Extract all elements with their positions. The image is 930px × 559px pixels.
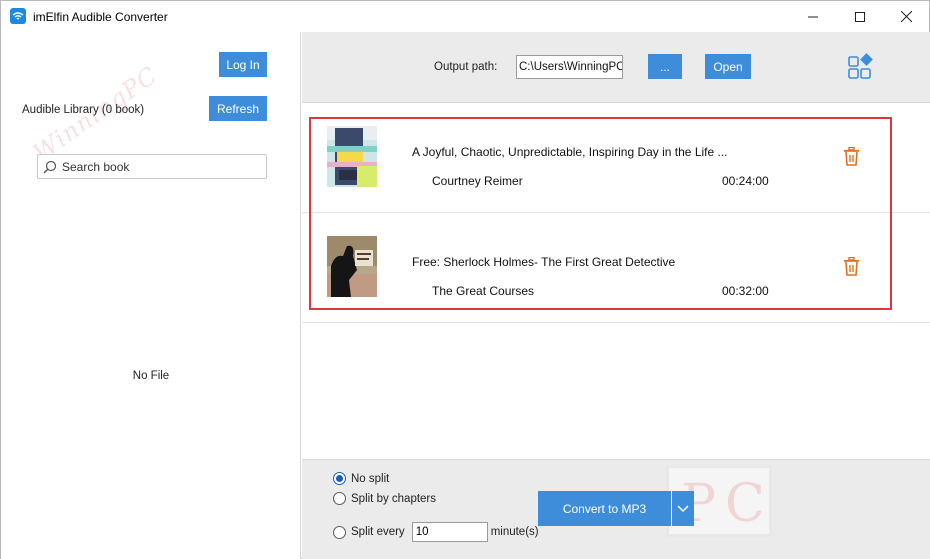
format-dropdown-button[interactable]	[672, 491, 694, 526]
search-box[interactable]	[37, 154, 267, 179]
trash-icon[interactable]	[843, 257, 860, 276]
book-author: The Great Courses	[432, 284, 535, 298]
output-path-label: Output path:	[434, 61, 498, 73]
open-folder-button[interactable]: Open	[705, 54, 751, 79]
list-item[interactable]: A Joyful, Chaotic, Unpredictable, Inspir…	[302, 103, 930, 213]
split-chapters-label: Split by chapters	[351, 492, 437, 505]
radio-button[interactable]	[333, 525, 346, 539]
apps-grid-icon[interactable]	[848, 53, 876, 79]
no-split-label: No split	[351, 472, 390, 485]
split-every-label: Split every	[351, 526, 405, 538]
output-toolbar: Output path: C:\Users\WinningPC\j ... Op…	[302, 32, 930, 103]
browse-button[interactable]: ...	[648, 54, 682, 79]
app-window: imElfin Audible Converter WinningPC Log …	[0, 0, 930, 559]
book-duration: 00:32:00	[722, 284, 769, 298]
book-cover-image	[327, 236, 377, 297]
app-logo-icon	[10, 8, 26, 24]
library-count-label: Audible Library (0 book)	[22, 104, 145, 116]
book-duration: 00:24:00	[722, 174, 769, 188]
split-every-option[interactable]: Split every minute(s)	[333, 522, 539, 542]
title-bar[interactable]: imElfin Audible Converter	[1, 1, 929, 32]
radio-button[interactable]	[333, 492, 346, 505]
minutes-label: minute(s)	[490, 526, 539, 538]
minimize-button[interactable]	[790, 1, 836, 32]
convert-button[interactable]: Convert to MP3	[538, 491, 671, 526]
book-author: Courtney Reimer	[432, 174, 523, 188]
minimize-icon	[808, 16, 818, 17]
trash-icon[interactable]	[843, 147, 860, 166]
no-split-option[interactable]: No split	[333, 472, 389, 485]
conversion-options: P C No split Split by chapters Split eve…	[302, 459, 930, 559]
chevron-down-icon	[677, 504, 689, 512]
empty-library-label: No File	[132, 370, 170, 382]
split-minutes-input[interactable]	[411, 522, 488, 542]
refresh-button[interactable]: Refresh	[209, 96, 267, 121]
search-icon	[43, 160, 57, 174]
window-title: imElfin Audible Converter	[33, 10, 168, 24]
login-button[interactable]: Log In	[219, 52, 267, 77]
book-title: Free: Sherlock Holmes- The First Great D…	[412, 255, 676, 269]
list-item[interactable]: Free: Sherlock Holmes- The First Great D…	[302, 213, 930, 323]
output-path-field[interactable]: C:\Users\WinningPC\j	[516, 55, 623, 79]
library-sidebar: WinningPC Log In Audible Library (0 book…	[1, 32, 301, 559]
search-input[interactable]	[62, 158, 262, 176]
watermark-letter: C	[725, 474, 765, 534]
split-chapters-option[interactable]: Split by chapters	[333, 492, 436, 505]
maximize-button[interactable]	[837, 1, 883, 32]
book-cover-image	[327, 126, 377, 187]
book-title: A Joyful, Chaotic, Unpredictable, Inspir…	[412, 145, 728, 159]
radio-button[interactable]	[333, 472, 346, 485]
maximize-icon	[855, 11, 865, 22]
close-button[interactable]	[883, 1, 929, 32]
book-list: A Joyful, Chaotic, Unpredictable, Inspir…	[302, 103, 930, 459]
close-icon	[900, 11, 912, 22]
